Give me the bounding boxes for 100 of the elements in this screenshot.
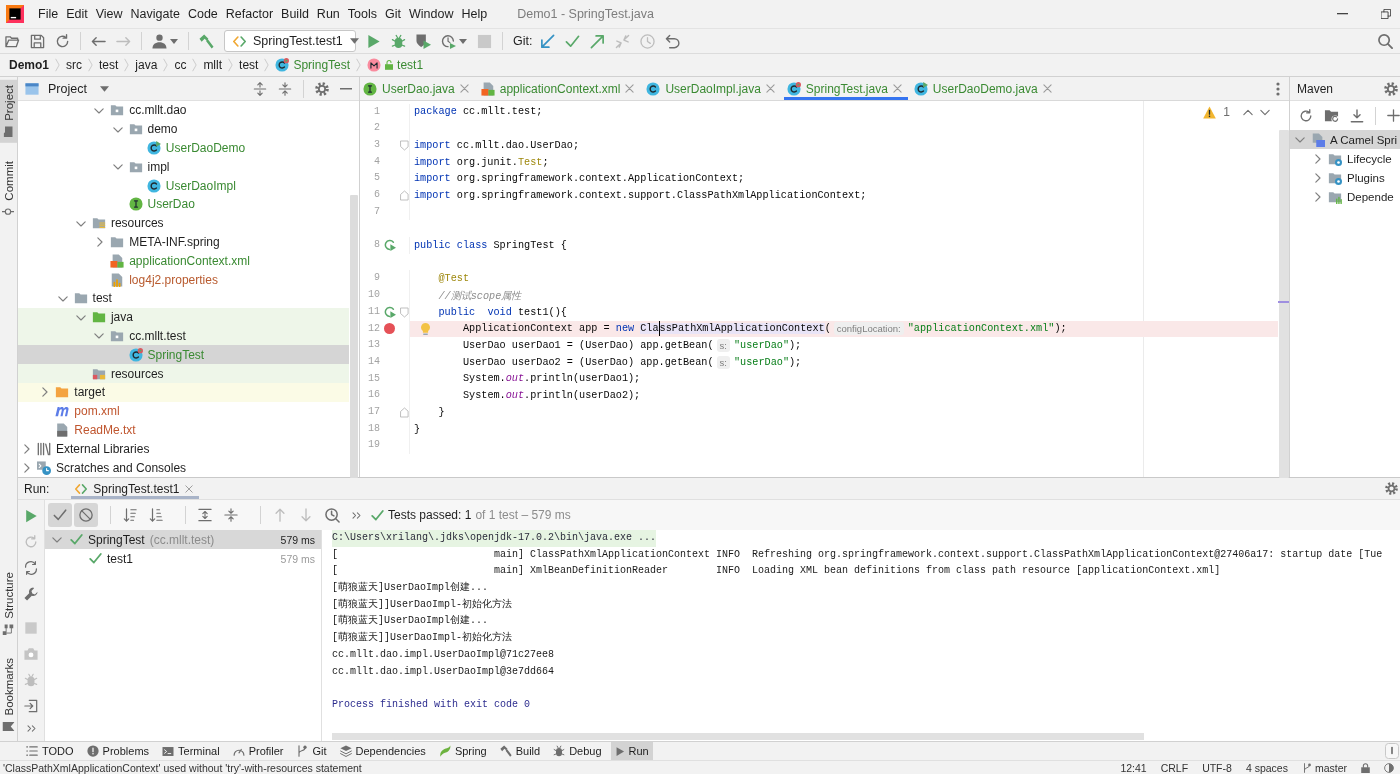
tree-item[interactable]: UserDaoDemo: [18, 138, 349, 158]
tree-item[interactable]: test: [18, 288, 349, 308]
menu-item[interactable]: Build: [277, 7, 313, 21]
caret-icon[interactable]: [459, 38, 467, 44]
breadcrumb[interactable]: test: [99, 58, 119, 72]
run-config-dropdown[interactable]: SpringTest.test1: [224, 30, 356, 52]
expand-all-icon[interactable]: [198, 508, 212, 522]
warning-count[interactable]: 1: [1223, 105, 1230, 119]
chevron-down-icon[interactable]: [1295, 136, 1305, 143]
menu-item[interactable]: View: [91, 7, 127, 21]
clock-search-icon[interactable]: [325, 507, 340, 523]
chevron-down-icon[interactable]: [57, 294, 68, 302]
arrow-down-left-icon[interactable]: [540, 33, 556, 49]
menu-item[interactable]: Help: [457, 7, 492, 21]
close-icon[interactable]: [892, 84, 902, 93]
menu-item[interactable]: Navigate: [126, 7, 184, 21]
tree-item[interactable]: resources: [18, 364, 349, 383]
chevron-down-icon[interactable]: [112, 163, 123, 171]
breadcrumb[interactable]: src: [66, 58, 82, 72]
breadcrumb[interactable]: cc: [174, 58, 187, 72]
tool-window-tab[interactable]: Project: [0, 80, 17, 143]
status-item[interactable]: UTF-8: [1202, 761, 1232, 774]
padlock-icon[interactable]: [1361, 762, 1370, 773]
collapse-all-icon[interactable]: [224, 508, 238, 522]
restore-icon[interactable]: [1381, 9, 1391, 19]
undo-icon[interactable]: [665, 33, 681, 49]
breadcrumb[interactable]: test1: [367, 58, 424, 72]
user-icon[interactable]: [152, 33, 167, 49]
menu-item[interactable]: Tools: [343, 7, 381, 21]
tool-window-tab[interactable]: Structure: [0, 566, 17, 641]
tool-window-button[interactable]: Run: [610, 742, 653, 760]
editor-tab[interactable]: UserDaoDemo.java: [910, 77, 1058, 100]
hammer-icon[interactable]: [199, 33, 214, 49]
menu-item[interactable]: Git: [381, 7, 405, 21]
tree-item[interactable]: demo: [18, 119, 349, 139]
chevron-right-icon[interactable]: [1313, 191, 1321, 202]
close-icon[interactable]: [625, 84, 635, 93]
chevron-right-icon[interactable]: [1313, 153, 1321, 164]
tool-window-button[interactable]: Profiler: [228, 742, 288, 760]
fold-marker-icon[interactable]: [399, 306, 409, 318]
sync-icon[interactable]: [55, 33, 70, 49]
save-icon[interactable]: [30, 33, 45, 49]
cycle-arrows-icon[interactable]: [24, 561, 38, 575]
chevron-right-icon[interactable]: [95, 236, 103, 247]
tree-item[interactable]: log4j2.properties: [18, 270, 349, 289]
breadcrumb[interactable]: test: [239, 58, 259, 72]
chevron-down-icon[interactable]: [52, 536, 62, 543]
menu-item[interactable]: Window: [404, 7, 458, 21]
chevron-up-icon[interactable]: [1243, 108, 1253, 116]
sort-down-icon[interactable]: [123, 508, 137, 522]
chevron-right-icon[interactable]: [40, 387, 48, 398]
tool-window-button[interactable]: Git: [292, 742, 331, 760]
tree-item[interactable]: cc.mllt.dao: [18, 101, 349, 120]
chevron-right-icon[interactable]: [1313, 172, 1321, 183]
git-branch-widget[interactable]: master: [1301, 761, 1347, 774]
download-icon[interactable]: [1350, 108, 1364, 123]
minus-icon[interactable]: [340, 87, 352, 90]
scrollbar-thumb[interactable]: [1279, 130, 1289, 478]
run-icon[interactable]: [383, 239, 396, 252]
expand-all-icon[interactable]: [253, 81, 267, 96]
clock-play-icon[interactable]: [441, 33, 456, 49]
tree-item[interactable]: META-INF.spring: [18, 232, 349, 252]
filter-toggle[interactable]: [48, 503, 72, 527]
search-icon[interactable]: [1378, 33, 1393, 49]
tool-window-button[interactable]: Dependencies: [335, 742, 430, 760]
close-icon[interactable]: [185, 484, 194, 493]
menu-item[interactable]: Run: [312, 7, 344, 21]
tree-item[interactable]: pom.xml: [18, 401, 349, 421]
bug-icon[interactable]: [391, 33, 406, 49]
shield-play-icon[interactable]: [416, 33, 431, 49]
tool-window-button[interactable]: Debug: [549, 742, 606, 760]
tree-item[interactable]: Lifecycle: [1290, 149, 1400, 168]
chevron-right-icon[interactable]: [22, 443, 30, 454]
caret-icon[interactable]: [170, 38, 178, 44]
tree-item[interactable]: Plugins: [1290, 168, 1400, 187]
sync-icon[interactable]: [1299, 108, 1313, 123]
editor-tab[interactable]: SpringTest.java: [783, 77, 908, 100]
fold-marker-icon[interactable]: [399, 189, 409, 201]
filter-toggle[interactable]: [74, 503, 98, 527]
status-item[interactable]: 4 spaces: [1245, 761, 1288, 774]
run-icon[interactable]: [383, 306, 396, 319]
chevron-down-icon[interactable]: [1260, 108, 1270, 116]
double-chevron-icon[interactable]: [26, 725, 36, 732]
chevron-right-icon[interactable]: [22, 462, 30, 473]
tree-item[interactable]: ReadMe.txt: [18, 420, 349, 440]
breadcrumb[interactable]: java: [135, 58, 158, 72]
menu-item[interactable]: Refactor: [221, 7, 278, 21]
scrollbar-thumb[interactable]: [332, 733, 1144, 740]
tree-item[interactable]: impl: [18, 157, 349, 177]
status-item[interactable]: CRLF: [1160, 761, 1189, 774]
tool-window-tab[interactable]: Commit: [0, 155, 17, 223]
double-chevron-icon[interactable]: [352, 511, 361, 519]
half-circle-icon[interactable]: [1384, 762, 1394, 773]
warning-icon[interactable]: [1203, 105, 1217, 119]
menu-item[interactable]: File: [34, 7, 63, 21]
editor-tab[interactable]: UserDao.java: [360, 77, 475, 100]
tree-item[interactable]: Depende: [1290, 187, 1400, 206]
minimize-icon[interactable]: [1337, 13, 1348, 15]
editor-tab[interactable]: UserDaoImpl.java: [643, 77, 781, 100]
arrow-into-box-icon[interactable]: [24, 699, 38, 713]
